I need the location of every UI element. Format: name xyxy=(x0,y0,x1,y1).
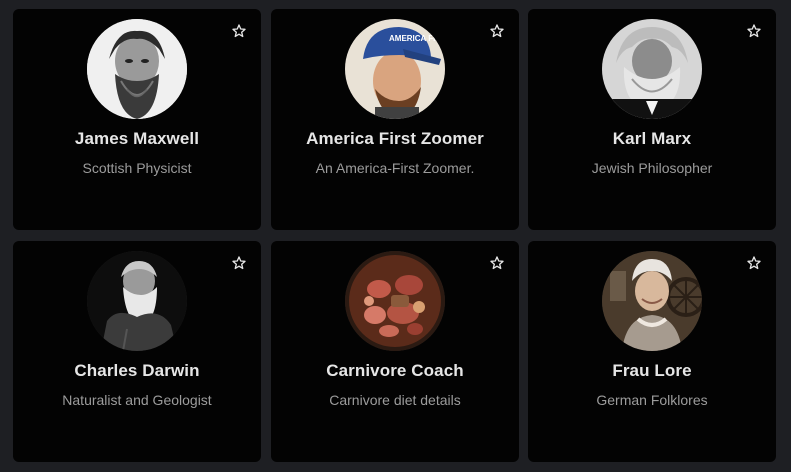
character-name: Frau Lore xyxy=(612,361,692,380)
star-icon[interactable] xyxy=(746,23,762,39)
character-name: America First Zoomer xyxy=(306,129,484,148)
avatar xyxy=(602,251,702,351)
star-icon[interactable] xyxy=(489,23,505,39)
star-icon[interactable] xyxy=(489,255,505,271)
avatar xyxy=(602,19,702,119)
character-description: Jewish Philosopher xyxy=(591,160,713,176)
character-grid: James Maxwell Scottish Physicist AMERICA… xyxy=(0,0,791,472)
character-description: Naturalist and Geologist xyxy=(62,392,212,408)
character-description: An America-First Zoomer. xyxy=(315,160,475,176)
character-name: Charles Darwin xyxy=(74,361,200,380)
character-name: Carnivore Coach xyxy=(326,361,464,380)
cap-text: AMERICA FIRST xyxy=(389,34,445,43)
character-card-carnivore-coach[interactable]: Carnivore Coach Carnivore diet details xyxy=(271,241,519,462)
character-card-america-first-zoomer[interactable]: AMERICA FIRST America First Zoomer An Am… xyxy=(271,9,519,230)
character-card-frau-lore[interactable]: Frau Lore German Folklores xyxy=(528,241,776,462)
avatar xyxy=(345,251,445,351)
avatar xyxy=(87,19,187,119)
character-card-karl-marx[interactable]: Karl Marx Jewish Philosopher xyxy=(528,9,776,230)
star-icon[interactable] xyxy=(746,255,762,271)
avatar: AMERICA FIRST xyxy=(345,19,445,119)
character-description: Scottish Physicist xyxy=(82,160,192,176)
character-card-james-maxwell[interactable]: James Maxwell Scottish Physicist xyxy=(13,9,261,230)
character-description: Carnivore diet details xyxy=(329,392,461,408)
star-icon[interactable] xyxy=(231,23,247,39)
star-icon[interactable] xyxy=(231,255,247,271)
avatar xyxy=(87,251,187,351)
character-name: Karl Marx xyxy=(612,129,692,148)
character-card-charles-darwin[interactable]: Charles Darwin Naturalist and Geologist xyxy=(13,241,261,462)
character-description: German Folklores xyxy=(596,392,708,408)
character-name: James Maxwell xyxy=(74,129,200,148)
